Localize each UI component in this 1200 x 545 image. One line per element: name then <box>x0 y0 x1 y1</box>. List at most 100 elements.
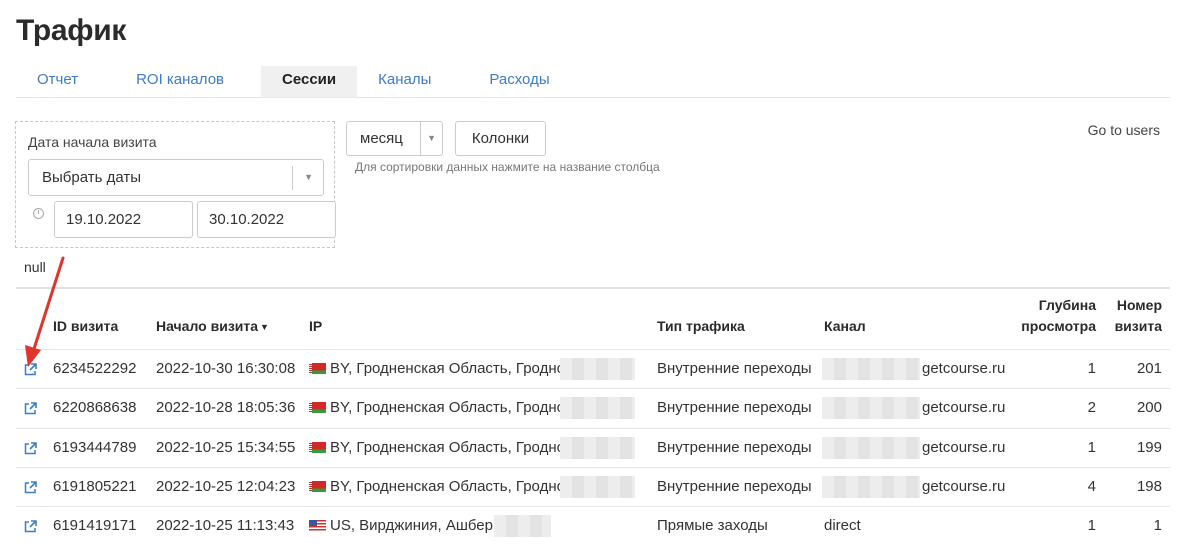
country-flag-icon <box>309 481 326 492</box>
location-text: BY, Гродненская Область, Гродно <box>330 360 565 377</box>
redacted-channel-prefix <box>822 437 920 459</box>
depth-cell: 2 <box>1087 399 1096 416</box>
sort-desc-icon: ▼ <box>260 322 269 332</box>
tab-expenses[interactable]: Расходы <box>452 66 586 97</box>
external-link-icon[interactable] <box>24 442 37 455</box>
channel-cell: direct <box>824 517 861 534</box>
header-depth-line1: Глубина <box>1038 297 1096 313</box>
location-text: BY, Гродненская Область, Гродно <box>330 399 565 416</box>
chevron-down-icon: ▼ <box>304 172 313 182</box>
redacted-ip <box>560 397 635 419</box>
period-select-value: месяц <box>360 130 403 147</box>
date-to-input[interactable]: 30.10.2022 <box>197 201 336 238</box>
header-visit-start[interactable]: Начало визита ▼ <box>156 316 269 338</box>
tab-channels[interactable]: Каналы <box>357 66 452 97</box>
header-depth-line2: просмотра <box>1021 318 1096 334</box>
visit-start-cell: 2022-10-25 12:04:23 <box>156 478 296 495</box>
table-row: 6191419171 2022-10-25 11:13:43 US, Вирджин… <box>16 506 1170 545</box>
channel-cell: getcourse.ru <box>922 439 1006 456</box>
channel-cell: getcourse.ru <box>922 478 1006 495</box>
depth-cell: 1 <box>1087 439 1096 456</box>
header-traffic-type[interactable]: Тип трафика <box>657 316 745 337</box>
period-select[interactable]: месяц ▼ <box>346 121 443 156</box>
visit-number-cell: 1 <box>1153 517 1162 534</box>
clock-icon <box>33 208 44 219</box>
visit-id-cell: 6191805221 <box>53 478 137 495</box>
visit-number-cell: 201 <box>1136 360 1162 377</box>
depth-cell: 1 <box>1087 517 1096 534</box>
sort-hint: Для сортировки данных нажмите на названи… <box>355 160 660 174</box>
traffic-type-cell: Внутренние переходы <box>657 360 812 377</box>
redacted-channel-prefix <box>822 397 920 419</box>
visit-start-cell: 2022-10-28 18:05:36 <box>156 399 296 416</box>
visit-number-cell: 199 <box>1136 439 1162 456</box>
visit-date-filter: Дата начала визита Выбрать даты ▼ 19.10.… <box>15 121 336 248</box>
redacted-ip <box>494 515 551 537</box>
depth-cell: 4 <box>1087 478 1096 495</box>
channel-cell: getcourse.ru <box>922 360 1006 377</box>
visit-id-cell: 6234522292 <box>53 360 137 377</box>
table-row: 6191805221 2022-10-25 12:04:23 BY, Гроднен… <box>16 467 1170 506</box>
ip-location-cell: BY, Гродненская Область, Гродно <box>309 468 565 506</box>
redacted-channel-prefix <box>822 476 920 498</box>
header-visit-start-label: Начало визита <box>156 318 259 334</box>
location-text: BY, Гродненская Область, Гродно <box>330 439 565 456</box>
header-visit-number[interactable]: Номер визита <box>1100 295 1162 337</box>
ip-location-cell: BY, Гродненская Область, Гродно <box>309 429 565 467</box>
null-text: null <box>24 259 46 275</box>
country-flag-icon <box>309 363 326 374</box>
channel-cell: getcourse.ru <box>922 399 1006 416</box>
visit-start-cell: 2022-10-25 11:13:43 <box>156 517 295 534</box>
visit-number-cell: 200 <box>1136 399 1162 416</box>
visit-id-cell: 6191419171 <box>53 517 137 534</box>
country-flag-icon <box>309 520 326 531</box>
tab-bar: Отчет ROI каналов Сессии Каналы Расходы <box>16 66 1170 98</box>
traffic-type-cell: Внутренние переходы <box>657 478 812 495</box>
ip-location-cell: BY, Гродненская Область, Гродно <box>309 389 565 427</box>
date-range-select-value: Выбрать даты <box>42 169 142 186</box>
chevron-down-icon: ▼ <box>427 133 436 143</box>
redacted-channel-prefix <box>822 358 920 380</box>
ip-location-cell: BY, Гродненская Область, Гродно <box>309 350 565 388</box>
visit-id-cell: 6193444789 <box>53 439 137 456</box>
tab-roi-channels[interactable]: ROI каналов <box>99 66 261 97</box>
redacted-ip <box>560 437 635 459</box>
tab-report[interactable]: Отчет <box>16 66 99 97</box>
depth-cell: 1 <box>1087 360 1096 377</box>
redacted-ip <box>560 476 635 498</box>
redacted-ip <box>560 358 635 380</box>
columns-button[interactable]: Колонки <box>455 121 546 156</box>
header-visit-number-line1: Номер <box>1116 297 1162 313</box>
external-link-icon[interactable] <box>24 363 37 376</box>
page-title: Трафик <box>16 14 127 47</box>
traffic-type-cell: Внутренние переходы <box>657 439 812 456</box>
ip-location-cell: US, Вирджиния, Ашберн <box>309 507 501 545</box>
table-row: 6234522292 2022-10-30 16:30:08 BY, Гроднен… <box>16 349 1170 388</box>
visit-start-label: Дата начала визита <box>28 134 157 150</box>
visit-start-cell: 2022-10-25 15:34:55 <box>156 439 296 456</box>
table-top-divider <box>16 287 1170 289</box>
date-range-select[interactable]: Выбрать даты ▼ <box>28 159 324 196</box>
date-from-input[interactable]: 19.10.2022 <box>54 201 193 238</box>
location-text: BY, Гродненская Область, Гродно <box>330 478 565 495</box>
country-flag-icon <box>309 402 326 413</box>
header-ip[interactable]: IP <box>309 316 322 337</box>
traffic-type-cell: Прямые заходы <box>657 517 768 534</box>
external-link-icon[interactable] <box>24 520 37 533</box>
visit-start-cell: 2022-10-30 16:30:08 <box>156 360 296 377</box>
header-channel[interactable]: Канал <box>824 316 866 337</box>
table-row: 6220868638 2022-10-28 18:05:36 BY, Гроднен… <box>16 388 1170 427</box>
go-to-users-link[interactable]: Go to users <box>1088 122 1160 138</box>
select-divider <box>292 166 293 190</box>
table-row: 6193444789 2022-10-25 15:34:55 BY, Гроднен… <box>16 428 1170 467</box>
visit-id-cell: 6220868638 <box>53 399 137 416</box>
tab-sessions[interactable]: Сессии <box>261 66 358 97</box>
select-divider <box>420 122 421 155</box>
header-visit-id[interactable]: ID визита <box>53 316 118 337</box>
visit-number-cell: 198 <box>1136 478 1162 495</box>
external-link-icon[interactable] <box>24 402 37 415</box>
external-link-icon[interactable] <box>24 481 37 494</box>
location-text: US, Вирджиния, Ашберн <box>330 517 502 534</box>
header-depth[interactable]: Глубина просмотра <box>1010 295 1096 337</box>
country-flag-icon <box>309 442 326 453</box>
